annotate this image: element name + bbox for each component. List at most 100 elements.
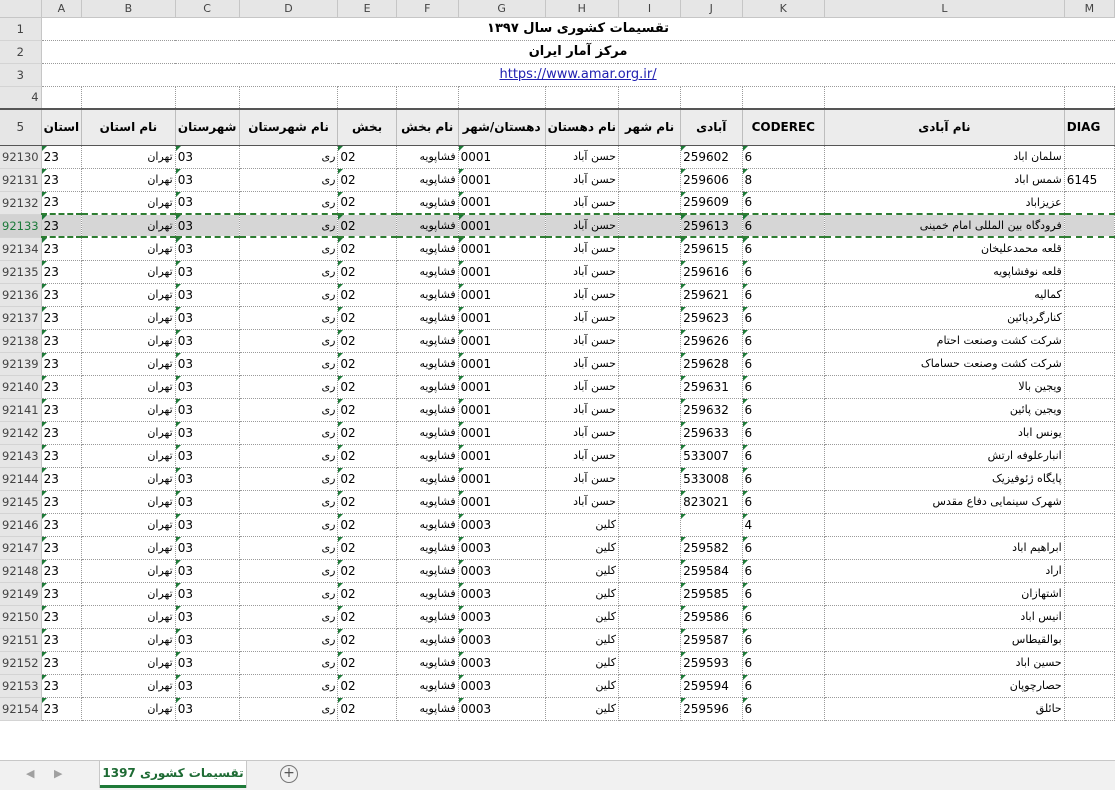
row-header[interactable]: 92138 bbox=[0, 329, 42, 353]
row-header[interactable]: 92141 bbox=[0, 398, 42, 422]
sheet-title[interactable]: تقسیمات کشوری سال ۱۳۹۷ bbox=[41, 17, 1115, 41]
cell-a[interactable]: 23 bbox=[41, 352, 83, 376]
cell-l[interactable]: اشتهازان bbox=[824, 582, 1065, 606]
cell-c[interactable]: 03 bbox=[175, 605, 240, 629]
cell-j[interactable]: 259616 bbox=[680, 260, 743, 284]
cell-g[interactable]: 0001 bbox=[458, 352, 546, 376]
cell-k[interactable]: 6 bbox=[742, 237, 826, 261]
cell-e[interactable]: 02 bbox=[337, 490, 397, 514]
header-cell[interactable]: DIAG bbox=[1064, 108, 1115, 146]
cell-c[interactable]: 03 bbox=[175, 490, 240, 514]
cell-i[interactable] bbox=[618, 674, 682, 698]
cell-d[interactable]: ری bbox=[239, 674, 339, 698]
cell-k[interactable]: 6 bbox=[742, 490, 826, 514]
cell-b[interactable]: تهران bbox=[81, 559, 176, 583]
row-header[interactable]: 92137 bbox=[0, 306, 42, 330]
cell-b[interactable]: تهران bbox=[81, 398, 176, 422]
cell-d[interactable]: ری bbox=[239, 605, 339, 629]
cell-f[interactable]: فشاپویه bbox=[396, 490, 459, 514]
cell-i[interactable] bbox=[618, 513, 682, 537]
cell-d[interactable]: ری bbox=[239, 559, 339, 583]
cell-l[interactable]: سلمان اباد bbox=[824, 145, 1065, 169]
header-cell[interactable]: آبادی bbox=[680, 108, 743, 146]
cell-b[interactable]: تهران bbox=[81, 283, 176, 307]
cell[interactable] bbox=[824, 86, 1065, 110]
cell-f[interactable]: فشاپویه bbox=[396, 306, 459, 330]
cell[interactable] bbox=[1064, 86, 1115, 110]
cell-m[interactable] bbox=[1064, 697, 1115, 721]
cell-h[interactable]: حسن آباد bbox=[545, 145, 619, 169]
cell-j[interactable]: 823021 bbox=[680, 490, 743, 514]
row-header[interactable]: 92140 bbox=[0, 375, 42, 399]
cell-d[interactable]: ری bbox=[239, 444, 339, 468]
cell-m[interactable] bbox=[1064, 651, 1115, 675]
cell-i[interactable] bbox=[618, 191, 682, 215]
cell-b[interactable]: تهران bbox=[81, 352, 176, 376]
cell-f[interactable]: فشاپویه bbox=[396, 213, 459, 238]
cell-k[interactable]: 6 bbox=[742, 444, 826, 468]
cell-l[interactable]: عزیزاباد bbox=[824, 191, 1065, 215]
cell-c[interactable]: 03 bbox=[175, 191, 240, 215]
cell[interactable] bbox=[396, 86, 459, 110]
cell-j[interactable]: 533007 bbox=[680, 444, 743, 468]
cell-i[interactable] bbox=[618, 421, 682, 445]
cell[interactable] bbox=[41, 86, 83, 110]
cell-c[interactable]: 03 bbox=[175, 213, 240, 238]
cell-m[interactable] bbox=[1064, 421, 1115, 445]
cell-g[interactable]: 0003 bbox=[458, 536, 546, 560]
header-cell[interactable]: نام آبادی bbox=[824, 108, 1065, 146]
cell-l[interactable]: حسین اباد bbox=[824, 651, 1065, 675]
cell-i[interactable] bbox=[618, 628, 682, 652]
col-header-g[interactable]: G bbox=[458, 0, 546, 18]
cell-i[interactable] bbox=[618, 260, 682, 284]
cell-l[interactable]: انبارعلوفه ارتش bbox=[824, 444, 1065, 468]
cell-e[interactable]: 02 bbox=[337, 421, 397, 445]
cell-i[interactable] bbox=[618, 352, 682, 376]
cell-k[interactable]: 6 bbox=[742, 582, 826, 606]
cell-l[interactable]: فرودگاه بین المللی امام خمینی bbox=[824, 213, 1065, 238]
cell-a[interactable]: 23 bbox=[41, 490, 83, 514]
cell-a[interactable]: 23 bbox=[41, 213, 83, 238]
cell-l[interactable] bbox=[824, 513, 1065, 537]
cell-k[interactable]: 6 bbox=[742, 213, 826, 238]
cell-i[interactable] bbox=[618, 306, 682, 330]
cell-l[interactable]: ویجین پائین bbox=[824, 398, 1065, 422]
cell-h[interactable]: کلین bbox=[545, 513, 619, 537]
plus-circle-icon[interactable]: + bbox=[280, 765, 298, 783]
cell-h[interactable]: کلین bbox=[545, 674, 619, 698]
cell-b[interactable]: تهران bbox=[81, 605, 176, 629]
cell-k[interactable]: 6 bbox=[742, 191, 826, 215]
cell-e[interactable]: 02 bbox=[337, 375, 397, 399]
cell-h[interactable]: حسن آباد bbox=[545, 213, 619, 238]
cell-b[interactable]: تهران bbox=[81, 513, 176, 537]
source-link[interactable]: https://www.amar.org.ir/ bbox=[499, 67, 656, 82]
cell-k[interactable]: 6 bbox=[742, 605, 826, 629]
cell-e[interactable]: 02 bbox=[337, 536, 397, 560]
cell-d[interactable]: ری bbox=[239, 490, 339, 514]
col-header-k[interactable]: K bbox=[742, 0, 826, 18]
cell-e[interactable]: 02 bbox=[337, 398, 397, 422]
cell-m[interactable] bbox=[1064, 375, 1115, 399]
cell-i[interactable] bbox=[618, 605, 682, 629]
cell-b[interactable]: تهران bbox=[81, 168, 176, 192]
cell-d[interactable]: ری bbox=[239, 651, 339, 675]
col-header-e[interactable]: E bbox=[337, 0, 397, 18]
cell-a[interactable]: 23 bbox=[41, 536, 83, 560]
cell-j[interactable]: 259631 bbox=[680, 375, 743, 399]
cell-a[interactable]: 23 bbox=[41, 191, 83, 215]
cell-j[interactable] bbox=[680, 513, 743, 537]
cell-l[interactable]: حصارچوپان bbox=[824, 674, 1065, 698]
header-cell[interactable]: استان bbox=[41, 108, 83, 146]
cell-j[interactable]: 259586 bbox=[680, 605, 743, 629]
cell-b[interactable]: تهران bbox=[81, 329, 176, 353]
cell-j[interactable]: 259584 bbox=[680, 559, 743, 583]
cell-l[interactable]: شرکت کشت وصنعت احتام bbox=[824, 329, 1065, 353]
cell-h[interactable]: حسن آباد bbox=[545, 237, 619, 261]
cell-j[interactable]: 259633 bbox=[680, 421, 743, 445]
cell-m[interactable] bbox=[1064, 628, 1115, 652]
cell-a[interactable]: 23 bbox=[41, 306, 83, 330]
cell-b[interactable]: تهران bbox=[81, 191, 176, 215]
cell-d[interactable]: ری bbox=[239, 628, 339, 652]
cell-a[interactable]: 23 bbox=[41, 467, 83, 491]
cell-h[interactable]: کلین bbox=[545, 697, 619, 721]
